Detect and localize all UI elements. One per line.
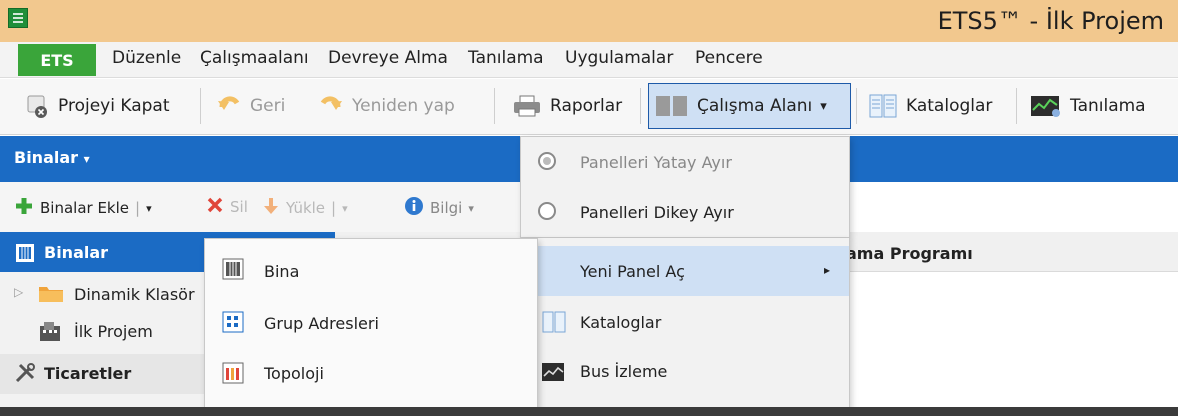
submenu-arrow-icon: ▸ xyxy=(824,263,831,277)
plus-icon xyxy=(14,196,34,220)
toolbar-separator xyxy=(856,88,857,124)
toolbar-separator xyxy=(200,88,201,124)
radio-split-vertical[interactable] xyxy=(538,202,556,220)
delete-x-icon xyxy=(206,196,224,218)
topology-menu-item[interactable]: Topoloji xyxy=(264,364,324,383)
diagnostics-button[interactable]: Tanılama xyxy=(1024,83,1152,129)
catalog-icon xyxy=(542,311,566,337)
delete-button[interactable]: Sil xyxy=(206,196,248,218)
catalogs-button[interactable]: Kataloglar xyxy=(862,83,998,129)
split-vertical-option[interactable]: Panelleri Dikey Ayır xyxy=(580,203,734,222)
menu-workspace[interactable]: Çalışmaalanı xyxy=(200,48,309,68)
toolbar-pipe: | xyxy=(135,199,141,217)
info-icon xyxy=(404,196,424,220)
close-project-icon xyxy=(24,93,50,119)
ets-menu-tab[interactable]: ETS xyxy=(18,44,96,76)
tools-icon xyxy=(14,362,36,388)
diagnostics-label: Tanılama xyxy=(1070,96,1146,116)
chevron-down-icon: ▾ xyxy=(83,152,90,166)
folder-icon xyxy=(38,283,64,307)
open-new-panel-label: Yeni Panel Aç xyxy=(580,262,685,281)
workspace-button[interactable]: Çalışma Alanı ▾ xyxy=(648,83,851,129)
expand-arrow-icon[interactable]: ▷ xyxy=(14,285,23,299)
group-addresses-menu-item[interactable]: Grup Adresleri xyxy=(264,314,379,333)
info-button[interactable]: Bilgi ▾ xyxy=(404,196,474,220)
tree-item-project[interactable]: İlk Projem xyxy=(74,322,153,341)
ets-app-icon xyxy=(8,8,28,28)
bus-monitor-menu-item[interactable]: Bus İzleme xyxy=(580,362,667,381)
panel-title-button[interactable]: Binalar ▾ xyxy=(14,148,90,167)
delete-label: Sil xyxy=(230,198,248,216)
right-panel-title: ama Programı xyxy=(846,244,973,263)
download-button[interactable]: Yükle | ▾ xyxy=(262,196,348,220)
trades-title: Ticaretler xyxy=(44,364,132,383)
catalog-icon xyxy=(868,93,898,119)
menu-edit[interactable]: Düzenle xyxy=(112,48,181,68)
chevron-down-icon: ▾ xyxy=(820,98,827,114)
reports-label: Raporlar xyxy=(550,96,623,116)
add-buildings-label: Binalar Ekle xyxy=(40,199,130,217)
menu-window[interactable]: Pencere xyxy=(695,48,763,68)
building-menu-item[interactable]: Bina xyxy=(264,262,299,281)
undo-button[interactable]: Geri xyxy=(210,83,291,129)
diagnostics-icon xyxy=(1030,93,1062,119)
close-project-button[interactable]: Projeyi Kapat xyxy=(18,83,175,129)
catalogs-label: Kataloglar xyxy=(906,96,993,116)
toolbar-pipe: | xyxy=(331,199,337,217)
toolbar-separator xyxy=(1016,88,1017,124)
close-project-label: Projeyi Kapat xyxy=(58,96,170,116)
reports-button[interactable]: Raporlar xyxy=(506,83,628,129)
download-label: Yükle xyxy=(286,199,326,217)
topology-icon xyxy=(222,362,244,388)
toolbar-separator xyxy=(494,88,495,124)
workspace-dropdown xyxy=(520,136,850,238)
bottom-border xyxy=(0,407,1178,416)
undo-label: Geri xyxy=(250,96,286,116)
chevron-down-icon[interactable]: ▾ xyxy=(146,202,152,215)
menu-commissioning[interactable]: Devreye Alma xyxy=(328,48,448,68)
add-buildings-button[interactable]: Binalar Ekle | ▾ xyxy=(14,196,152,220)
panel-title: Binalar xyxy=(14,148,79,167)
download-arrow-icon xyxy=(262,196,280,220)
toolbar-separator xyxy=(640,88,641,124)
undo-icon xyxy=(216,93,242,119)
chevron-down-icon: ▾ xyxy=(342,201,348,215)
info-label: Bilgi xyxy=(430,199,463,217)
building-icon xyxy=(222,258,244,284)
chevron-down-icon: ▾ xyxy=(468,201,474,215)
redo-button[interactable]: Yeniden yap xyxy=(312,83,461,129)
split-horizontal-option[interactable]: Panelleri Yatay Ayır xyxy=(580,153,732,172)
workspace-icon xyxy=(655,93,689,119)
bus-monitor-icon xyxy=(542,362,566,386)
project-icon xyxy=(38,320,64,346)
building-icon xyxy=(14,243,36,267)
group-address-icon xyxy=(222,311,244,337)
menu-diagnostics[interactable]: Tanılama xyxy=(468,48,544,68)
radio-split-horizontal[interactable] xyxy=(538,152,556,170)
tree-item-dynamic-folder[interactable]: Dinamik Klasör xyxy=(74,285,195,304)
tree-title: Binalar xyxy=(44,243,109,262)
catalogs-menu-item[interactable]: Kataloglar xyxy=(580,313,661,332)
window-title: ETS5™ - İlk Projem xyxy=(937,7,1164,35)
workspace-label: Çalışma Alanı xyxy=(697,96,813,116)
redo-icon xyxy=(318,93,344,119)
redo-label: Yeniden yap xyxy=(352,96,455,116)
printer-icon xyxy=(512,93,542,119)
menu-apps[interactable]: Uygulamalar xyxy=(565,48,673,68)
